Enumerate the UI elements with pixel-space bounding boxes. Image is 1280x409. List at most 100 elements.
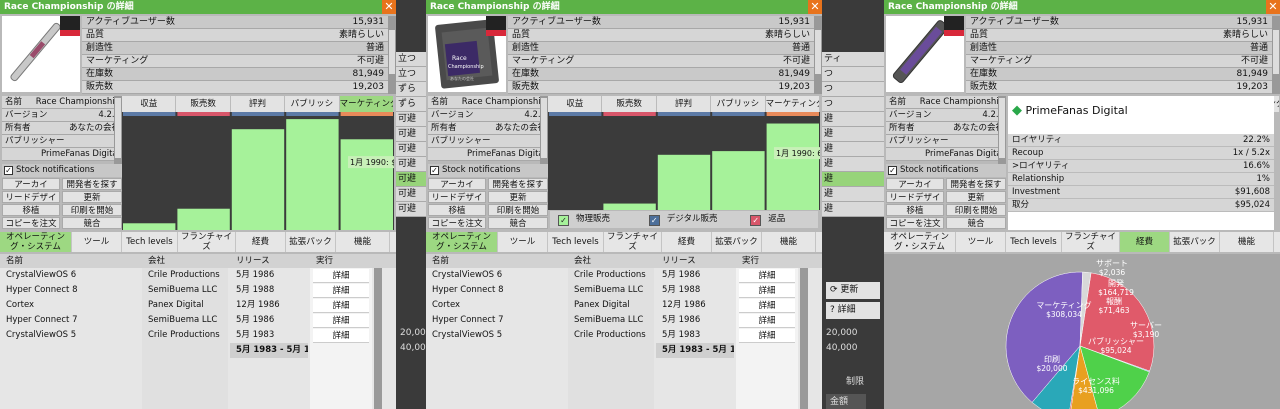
table-cell[interactable]: 12月 1986 <box>230 298 308 313</box>
port-button[interactable]: 移植 <box>886 204 944 216</box>
chart-tab[interactable]: 評判 <box>230 96 286 112</box>
redesign-button[interactable]: リードデザイ <box>2 191 60 203</box>
table-cell[interactable]: Crile Productions <box>568 268 654 283</box>
info-scrollbar[interactable] <box>540 96 548 164</box>
update-button[interactable]: 更新 <box>488 191 548 203</box>
bottom-tab[interactable]: 機能 <box>762 232 816 252</box>
table-cell[interactable]: SemiBuema LLC <box>568 313 654 328</box>
bottom-tab[interactable]: 経費 <box>662 232 712 252</box>
bar[interactable] <box>603 203 656 210</box>
order-copies-button[interactable]: コピーを注文 <box>428 217 486 229</box>
table-cell[interactable]: Panex Digital <box>568 298 654 313</box>
bottom-tab[interactable]: 機能 <box>336 232 390 252</box>
bottom-tab[interactable]: フランチャイズ <box>1062 232 1120 252</box>
details-button[interactable]: 詳細 <box>313 269 369 283</box>
table-cell[interactable]: Hyper Connect 7 <box>0 313 140 328</box>
update-button[interactable]: 更新 <box>946 191 1006 203</box>
redesign-button[interactable]: リードデザイ <box>428 191 486 203</box>
redesign-button[interactable]: リードデザイ <box>886 191 944 203</box>
table-cell[interactable]: 5月 1983 <box>656 328 734 343</box>
table-scrollbar[interactable] <box>374 268 382 409</box>
stock-notifications-checkbox[interactable]: ✓ Stock notifications <box>2 164 122 177</box>
archive-button[interactable]: アーカイ <box>886 178 944 190</box>
bottom-tab[interactable]: 拡張パック <box>712 232 762 252</box>
stats-scrollbar[interactable] <box>1272 16 1280 94</box>
close-button[interactable]: ✕ <box>808 0 822 14</box>
table-cell[interactable]: Panex Digital <box>142 298 228 313</box>
table-cell[interactable]: Hyper Connect 7 <box>426 313 566 328</box>
update-button[interactable]: 更新 <box>62 191 122 203</box>
bar[interactable] <box>231 129 285 230</box>
details-button[interactable]: 詳細 <box>739 269 795 283</box>
table-cell[interactable]: CrystalViewOS 6 <box>0 268 140 283</box>
table-cell[interactable]: SemiBuema LLC <box>142 313 228 328</box>
chart-tab[interactable]: 収益 <box>122 96 177 112</box>
column-header-release[interactable]: リリース <box>662 254 696 268</box>
column-header-name[interactable]: 名前 <box>432 254 449 268</box>
table-cell[interactable]: 5月 1986 <box>230 268 308 283</box>
legend-returns[interactable]: ✓ 返品 <box>746 211 785 228</box>
bg-details-button[interactable]: ? 詳細 <box>826 302 880 319</box>
chart-tab[interactable]: マーケティング <box>339 96 395 112</box>
details-button[interactable]: 詳細 <box>313 284 369 298</box>
bottom-tab[interactable]: 経費 <box>236 232 286 252</box>
table-cell[interactable]: Cortex <box>0 298 140 313</box>
legend-digital[interactable]: ✓ デジタル販売 <box>645 211 718 228</box>
table-cell[interactable]: 5月 1986 <box>230 313 308 328</box>
table-cell[interactable]: 5月 1986 <box>656 268 734 283</box>
info-scrollbar[interactable] <box>114 96 122 164</box>
bottom-tab[interactable]: Tech levels <box>1006 232 1062 252</box>
stock-notifications-checkbox[interactable]: ✓ Stock notifications <box>886 164 1006 177</box>
bar[interactable] <box>712 151 765 210</box>
details-button[interactable]: 詳細 <box>313 329 369 343</box>
details-button[interactable]: 詳細 <box>313 299 369 313</box>
stats-scrollbar[interactable] <box>814 16 822 94</box>
column-header-company[interactable]: 会社 <box>148 254 165 268</box>
competitors-button[interactable]: 競合 <box>62 217 122 229</box>
bar[interactable] <box>766 123 819 210</box>
bottom-tab[interactable]: オペレーティング・システム <box>0 232 72 252</box>
details-button[interactable]: 詳細 <box>739 314 795 328</box>
bar[interactable] <box>657 154 711 210</box>
table-cell[interactable]: Crile Productions <box>142 328 228 343</box>
bg-update-button[interactable]: ⟳ 更新 <box>826 282 880 299</box>
window-title[interactable]: Race Championship の詳細 <box>426 0 822 14</box>
port-button[interactable]: 移植 <box>2 204 60 216</box>
table-cell[interactable]: Crile Productions <box>142 268 228 283</box>
find-developer-button[interactable]: 開発者を探す <box>488 178 548 190</box>
details-button[interactable]: 詳細 <box>739 299 795 313</box>
table-cell[interactable]: CrystalViewOS 5 <box>0 328 140 343</box>
bottom-tab[interactable]: Tech levels <box>548 232 604 252</box>
bottom-tab[interactable]: オペレーティング・システム <box>426 232 498 252</box>
port-button[interactable]: 移植 <box>428 204 486 216</box>
table-cell[interactable]: 5月 1988 <box>230 283 308 298</box>
chart-tab[interactable]: 評判 <box>656 96 712 112</box>
chart-tab[interactable]: 販売数 <box>176 96 231 112</box>
bar[interactable] <box>286 119 339 230</box>
bottom-tab[interactable]: フランチャイズ <box>178 232 236 252</box>
table-cell[interactable]: 5月 1986 <box>656 313 734 328</box>
competitors-button[interactable]: 競合 <box>946 217 1006 229</box>
order-copies-button[interactable]: コピーを注文 <box>2 217 60 229</box>
table-cell[interactable]: Hyper Connect 8 <box>0 283 140 298</box>
table-cell[interactable]: SemiBuema LLC <box>142 283 228 298</box>
chart-tab[interactable]: マーケティング <box>765 96 821 112</box>
table-cell[interactable]: 5月 1988 <box>656 283 734 298</box>
column-header-company[interactable]: 会社 <box>574 254 591 268</box>
table-cell[interactable]: CrystalViewOS 6 <box>426 268 566 283</box>
chart-tab[interactable]: 販売数 <box>602 96 657 112</box>
bottom-tab[interactable]: Tech levels <box>122 232 178 252</box>
table-cell[interactable]: SemiBuema LLC <box>568 283 654 298</box>
stats-scrollbar[interactable] <box>388 16 396 94</box>
bar[interactable] <box>123 223 176 230</box>
chart-tab[interactable]: パブリッシ <box>285 96 340 112</box>
column-header-release[interactable]: リリース <box>236 254 270 268</box>
competitors-button[interactable]: 競合 <box>488 217 548 229</box>
close-button[interactable]: ✕ <box>1266 0 1280 14</box>
column-header-name[interactable]: 名前 <box>6 254 23 268</box>
bottom-tab[interactable]: 経費 <box>1120 232 1170 252</box>
find-developer-button[interactable]: 開発者を探す <box>62 178 122 190</box>
archive-button[interactable]: アーカイ <box>2 178 60 190</box>
archive-button[interactable]: アーカイ <box>428 178 486 190</box>
info-scrollbar[interactable] <box>998 96 1006 164</box>
